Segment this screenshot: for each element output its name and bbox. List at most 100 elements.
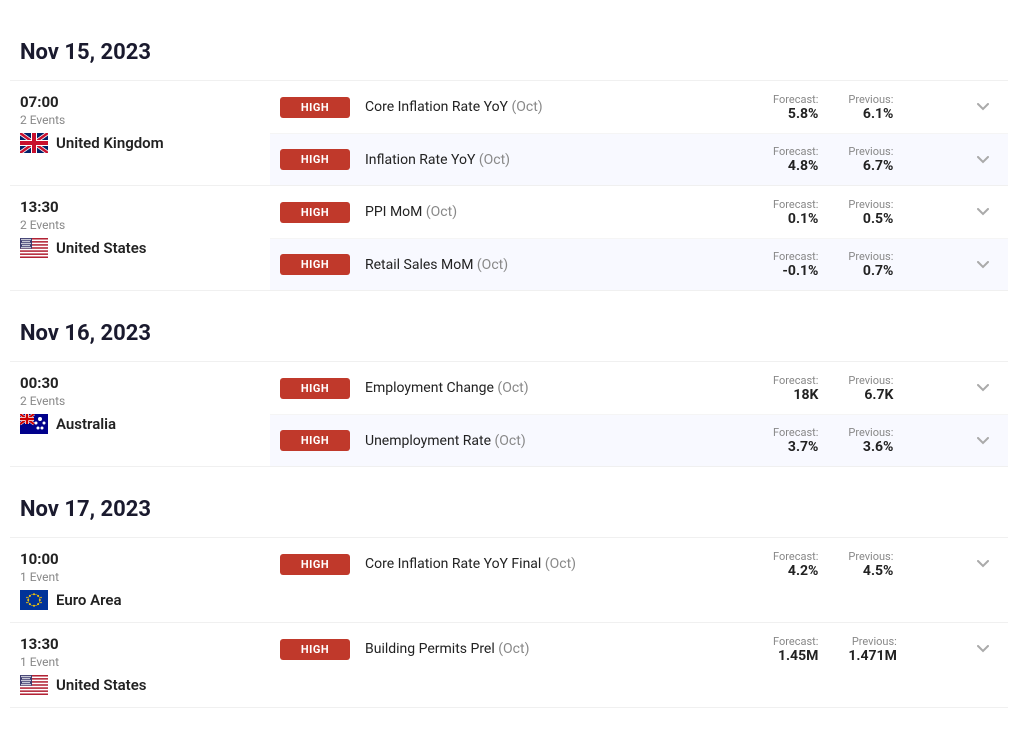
event-group-1-0: 00:302 Events AustraliaHIGHEmployment Ch… <box>10 361 1008 467</box>
high-badge: HIGH <box>280 554 350 575</box>
events-col: HIGH Building Permits Prel (Oct) Forecast:… <box>270 623 1008 707</box>
time-country-col: 07:002 Events United Kingdom <box>10 81 270 185</box>
previous-label: Previous: <box>848 198 893 211</box>
forecast-block: Forecast:3.7% <box>773 426 818 455</box>
event-name: Building Permits Prel (Oct) <box>365 641 758 657</box>
event-time: 13:30 <box>20 198 260 216</box>
forecast-block: Forecast:1.45M <box>773 635 818 664</box>
country-name: Australia <box>56 415 116 433</box>
previous-block: Previous:4.5% <box>848 550 893 579</box>
previous-value: 4.5% <box>863 563 893 579</box>
date-heading-2: Nov 17, 2023 <box>10 477 1008 537</box>
date-heading-1: Nov 16, 2023 <box>10 301 1008 361</box>
high-badge: HIGH <box>280 430 350 451</box>
country-name: United States <box>56 676 146 694</box>
forecast-value: 4.8% <box>788 158 818 174</box>
event-row[interactable]: HIGHPPI MoM (Oct)Forecast:0.1%Previous:0… <box>270 186 1008 238</box>
previous-block: Previous:0.5% <box>848 198 893 227</box>
forecast-previous-block: Forecast:4.2%Previous:4.5% <box>773 550 953 579</box>
chevron-down-icon[interactable] <box>968 208 998 216</box>
event-row[interactable]: HIGH Inflation Rate YoY (Oct) Forecast:4.8… <box>270 133 1008 185</box>
forecast-label: Forecast: <box>773 374 818 387</box>
date-heading-0: Nov 15, 2023 <box>10 20 1008 80</box>
high-badge: HIGH <box>280 97 350 118</box>
time-country-col: 13:30 2 Events <box>10 186 270 290</box>
forecast-value: 5.8% <box>788 106 818 122</box>
events-col: HIGH Core Inflation Rate YoY (Oct) Forecas… <box>270 81 1008 185</box>
previous-value: 0.5% <box>863 211 893 227</box>
previous-label: Previous: <box>852 635 897 648</box>
event-group-0-1: 13:30 2 Events <box>10 185 1008 291</box>
previous-label: Previous: <box>848 426 893 439</box>
event-name: Unemployment Rate (Oct) <box>365 433 758 449</box>
forecast-previous-block: Forecast:-0.1% Previous:0.7% <box>773 250 953 279</box>
previous-value: 6.7% <box>863 158 893 174</box>
forecast-label: Forecast: <box>773 198 818 211</box>
previous-value: 6.7K <box>864 387 893 403</box>
previous-label: Previous: <box>848 250 893 263</box>
event-row[interactable]: HIGH Unemployment Rate (Oct) Forecast:3.7%… <box>270 414 1008 466</box>
country-row: Australia <box>20 414 260 434</box>
event-row[interactable]: HIGH Core Inflation Rate YoY (Oct) Forecas… <box>270 81 1008 133</box>
forecast-label: Forecast: <box>773 145 818 158</box>
event-time: 10:00 <box>20 550 260 568</box>
forecast-previous-block: Forecast:4.8% Previous:6.7% <box>773 145 953 174</box>
country-row: United States <box>20 675 260 695</box>
event-row[interactable]: HIGH Building Permits Prel (Oct) Forecast:… <box>270 623 1008 675</box>
event-row[interactable]: HIGH Core Inflation Rate YoY Final (Oct) F… <box>270 538 1008 590</box>
high-badge: HIGH <box>280 149 350 170</box>
events-count: 1 Event <box>20 655 260 669</box>
country-row: Euro Area <box>20 590 260 610</box>
forecast-block: Forecast:-0.1% <box>773 250 818 279</box>
events-count: 2 Events <box>20 113 260 127</box>
event-row[interactable]: HIGHRetail Sales MoM (Oct)Forecast:-0.1%… <box>270 238 1008 290</box>
event-name: Core Inflation Rate YoY Final (Oct) <box>365 556 758 572</box>
chevron-down-icon[interactable] <box>968 560 998 568</box>
events-col: HIGHPPI MoM (Oct)Forecast:0.1%Previous:0… <box>270 186 1008 290</box>
events-col: HIGH Employment Change (Oct) Forecast:18K P… <box>270 362 1008 466</box>
previous-block: Previous:6.7% <box>848 145 893 174</box>
previous-value: 1.471M <box>848 648 896 664</box>
event-time: 00:30 <box>20 374 260 392</box>
events-count: 2 Events <box>20 218 260 232</box>
chevron-down-icon[interactable] <box>968 437 998 445</box>
event-row[interactable]: HIGHEmployment Change (Oct)Forecast:18KP… <box>270 362 1008 414</box>
calendar-page: Nov 15, 202307:002 Events United Kingdom… <box>0 0 1018 738</box>
event-name: Core Inflation Rate YoY (Oct) <box>365 99 758 115</box>
high-badge: HIGH <box>280 639 350 660</box>
country-name: Euro Area <box>56 591 122 609</box>
forecast-label: Forecast: <box>773 250 818 263</box>
flag-au <box>20 414 48 434</box>
forecast-value: 3.7% <box>788 439 818 455</box>
forecast-value: -0.1% <box>782 263 818 279</box>
event-name: Inflation Rate YoY (Oct) <box>365 152 758 168</box>
country-name: United Kingdom <box>56 134 164 152</box>
chevron-down-icon[interactable] <box>968 645 998 653</box>
chevron-down-icon[interactable] <box>968 261 998 269</box>
previous-block: Previous:6.1% <box>848 93 893 122</box>
chevron-down-icon[interactable] <box>968 156 998 164</box>
high-badge: HIGH <box>280 202 350 223</box>
forecast-block: Forecast:18K <box>773 374 818 403</box>
chevron-down-icon[interactable] <box>968 103 998 111</box>
forecast-block: Forecast:5.8% <box>773 93 818 122</box>
chevron-down-icon[interactable] <box>968 384 998 392</box>
day-section-2: Nov 17, 2023 10:00 1 Event Euro Area HIGH Co… <box>10 477 1008 708</box>
previous-value: 3.6% <box>863 439 893 455</box>
event-name: PPI MoM (Oct) <box>365 204 758 220</box>
previous-block: Previous:3.6% <box>848 426 893 455</box>
forecast-previous-block: Forecast:5.8% Previous:6.1% <box>773 93 953 122</box>
flag-us <box>20 238 48 258</box>
country-row: United States <box>20 238 260 258</box>
flag-uk <box>20 133 48 153</box>
previous-label: Previous: <box>848 550 893 563</box>
previous-block: Previous:6.7K <box>848 374 893 403</box>
event-name: Employment Change (Oct) <box>365 380 758 396</box>
event-group-0-0: 07:002 Events United Kingdom HIGH Core Inf… <box>10 80 1008 185</box>
previous-block: Previous:0.7% <box>848 250 893 279</box>
forecast-previous-block: Forecast:1.45M Previous:1.471M <box>773 635 953 664</box>
previous-value: 0.7% <box>863 263 893 279</box>
forecast-label: Forecast: <box>773 426 818 439</box>
forecast-label: Forecast: <box>773 550 818 563</box>
event-group-2-0: 10:001 Event Euro AreaHIGHCore Inflation… <box>10 537 1008 622</box>
